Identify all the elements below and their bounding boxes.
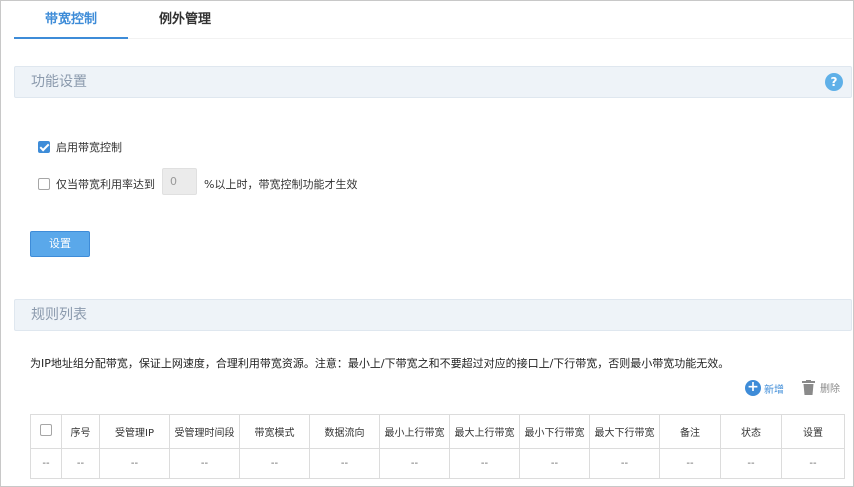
threshold-checkbox[interactable] bbox=[38, 178, 50, 190]
rule-list-note: 为IP地址组分配带宽，保证上网速度，合理利用带宽资源。注意：最小上/下带宽之和不… bbox=[30, 357, 730, 370]
col-header-bandwidth-mode: 带宽模式 bbox=[239, 414, 310, 449]
table-cell: -- bbox=[379, 448, 450, 479]
col-header-min-down: 最小下行带宽 bbox=[519, 414, 590, 449]
function-settings-header: 功能设置 ? bbox=[14, 66, 852, 98]
add-icon: + bbox=[745, 380, 761, 396]
tab-bandwidth-control[interactable]: 带宽控制 bbox=[14, 0, 128, 39]
threshold-label: 仅当带宽利用率达到 bbox=[56, 178, 155, 191]
col-header-managed-ip: 受管理IP bbox=[99, 414, 170, 449]
rule-table: 序号 受管理IP 受管理时间段 带宽模式 数据流向 最小上行带宽 最大上行带宽 … bbox=[30, 414, 845, 479]
threshold-row: 仅当带宽利用率达到 bbox=[38, 176, 155, 192]
enable-bandwidth-checkbox[interactable] bbox=[38, 141, 50, 153]
col-header-data-direction: 数据流向 bbox=[309, 414, 380, 449]
table-cell: -- bbox=[169, 448, 240, 479]
table-cell: -- bbox=[659, 448, 721, 479]
enable-bandwidth-row: 启用带宽控制 bbox=[38, 139, 122, 155]
select-all-cell bbox=[30, 414, 62, 449]
function-settings-title: 功能设置 bbox=[31, 74, 87, 90]
table-row: -- -- -- -- -- -- -- -- -- -- -- -- -- bbox=[30, 448, 845, 479]
delete-label: 删除 bbox=[820, 384, 840, 395]
table-cell: -- bbox=[589, 448, 660, 479]
table-cell: -- bbox=[61, 448, 100, 479]
threshold-suffix: %以上时，带宽控制功能才生效 bbox=[204, 178, 358, 191]
table-cell: -- bbox=[449, 448, 520, 479]
tab-bar: 带宽控制 例外管理 bbox=[14, 0, 852, 39]
table-cell: -- bbox=[720, 448, 782, 479]
col-header-time-period: 受管理时间段 bbox=[169, 414, 240, 449]
table-cell: -- bbox=[99, 448, 170, 479]
col-header-max-up: 最大上行带宽 bbox=[449, 414, 520, 449]
delete-button[interactable]: 删除 bbox=[802, 380, 840, 395]
col-header-min-up: 最小上行带宽 bbox=[379, 414, 450, 449]
col-header-max-down: 最大下行带宽 bbox=[589, 414, 660, 449]
col-header-index: 序号 bbox=[61, 414, 100, 449]
col-header-remark: 备注 bbox=[659, 414, 721, 449]
rule-list-title: 规则列表 bbox=[31, 307, 87, 323]
add-button[interactable]: + 新增 bbox=[745, 380, 784, 396]
table-cell: -- bbox=[519, 448, 590, 479]
tab-exception-management[interactable]: 例外管理 bbox=[128, 0, 242, 39]
trash-icon bbox=[802, 380, 815, 395]
table-cell: -- bbox=[781, 448, 845, 479]
select-all-checkbox[interactable] bbox=[40, 424, 52, 436]
table-cell: -- bbox=[239, 448, 310, 479]
table-header-row: 序号 受管理IP 受管理时间段 带宽模式 数据流向 最小上行带宽 最大上行带宽 … bbox=[30, 414, 845, 449]
table-cell: -- bbox=[309, 448, 380, 479]
help-icon[interactable]: ? bbox=[825, 73, 843, 91]
table-cell: -- bbox=[30, 448, 62, 479]
set-button[interactable]: 设置 bbox=[30, 231, 90, 257]
threshold-input[interactable]: 0 bbox=[162, 168, 197, 195]
add-label: 新增 bbox=[764, 384, 784, 396]
col-header-settings: 设置 bbox=[781, 414, 845, 449]
enable-bandwidth-label: 启用带宽控制 bbox=[56, 141, 122, 154]
col-header-status: 状态 bbox=[720, 414, 782, 449]
rule-list-header: 规则列表 bbox=[14, 299, 852, 331]
